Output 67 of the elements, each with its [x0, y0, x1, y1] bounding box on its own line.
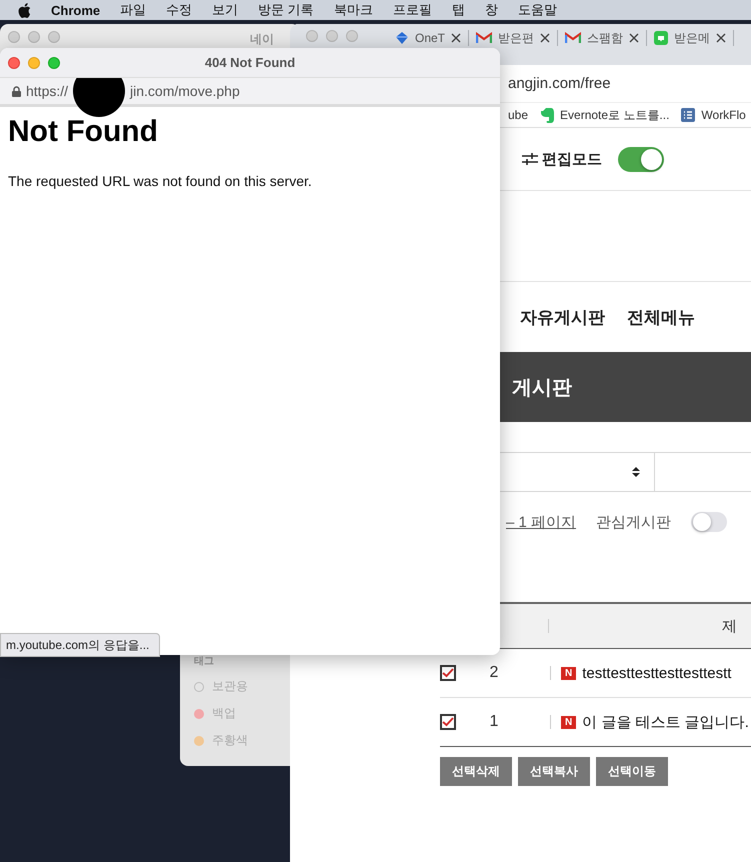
close-tab-icon[interactable] [629, 33, 640, 43]
error-message: The requested URL was not found on this server. [8, 173, 313, 189]
new-badge: N [561, 666, 576, 680]
list-icon [681, 108, 696, 122]
post-title-link[interactable]: testtesttesttesttesttestt [582, 664, 732, 682]
column-header: 제 [722, 616, 737, 636]
elephant-icon [540, 108, 554, 122]
menu-item[interactable]: 프로필 [392, 1, 432, 19]
menu-item[interactable]: 보기 [212, 1, 238, 19]
favorite-board-label: 관심게시판 [596, 512, 672, 532]
menu-item[interactable]: 북마크 [334, 1, 373, 19]
action-button[interactable]: 선택삭제 [440, 757, 512, 786]
menu-item[interactable]: 방문 기록 [258, 1, 314, 19]
close-icon[interactable] [8, 31, 20, 43]
new-badge: N [561, 716, 576, 728]
row-checkbox[interactable] [440, 714, 456, 730]
nav-menu-item[interactable]: 전체메뉴 [627, 306, 695, 328]
minimize-icon[interactable] [326, 30, 338, 42]
sliders-icon [522, 153, 538, 165]
menu-item[interactable]: 탭 [452, 1, 465, 19]
url-text: jin.com/move.php [130, 83, 240, 99]
menu-item[interactable]: 파일 [120, 1, 146, 19]
lock-icon [12, 86, 21, 96]
close-tab-icon[interactable] [451, 33, 462, 43]
edit-mode-label: 편집모드 [522, 150, 602, 168]
mail-icon [476, 32, 492, 44]
updown-arrow-icon [632, 466, 640, 478]
browser-tab[interactable]: 스팸함 [558, 30, 648, 46]
maximize-icon[interactable] [346, 30, 358, 42]
minimize-icon[interactable] [28, 56, 40, 68]
url-text: https:// [26, 83, 68, 99]
close-icon[interactable] [8, 56, 20, 68]
post-number: 2 [488, 664, 500, 682]
board-title: 게시판 [512, 376, 572, 400]
bookmark-item[interactable]: WorkFlo [681, 108, 746, 122]
close-icon[interactable] [306, 30, 318, 42]
edit-mode-toggle[interactable] [618, 146, 664, 172]
chat-bubble-icon [654, 31, 668, 45]
row-checkbox[interactable] [440, 665, 456, 681]
maximize-icon[interactable] [48, 56, 60, 68]
bookmark-item[interactable]: Evernote로 노트를... [540, 106, 670, 124]
post-number: 1 [488, 713, 500, 731]
favorite-toggle[interactable] [691, 512, 728, 532]
maximize-icon[interactable] [48, 31, 60, 43]
browser-tab[interactable]: 받은편 [469, 30, 558, 46]
menu-item[interactable]: 도움말 [518, 1, 557, 19]
browser-tab[interactable]: 받은메 [647, 30, 734, 46]
menu-app-name[interactable]: Chrome [51, 2, 100, 18]
error-heading: Not Found [8, 115, 159, 149]
action-button[interactable]: 선택복사 [518, 757, 590, 786]
nav-menu-item[interactable]: 자유게시판 [520, 306, 605, 328]
tag-heading: 태그 [194, 655, 215, 668]
minimize-icon[interactable] [28, 31, 40, 43]
diamond-icon [395, 31, 409, 45]
mail-icon [565, 32, 582, 44]
page-link[interactable]: – 1 페이지 [506, 512, 576, 532]
menu-item[interactable]: 창 [484, 1, 498, 19]
close-tab-icon[interactable] [716, 33, 726, 43]
browser-tab[interactable]: OneT [388, 30, 470, 46]
close-tab-icon[interactable] [540, 33, 550, 43]
post-title-link[interactable]: 이 글을 테스트 글입니다. [582, 712, 749, 732]
status-bubble: m.youtube.com의 응답을... [0, 633, 160, 657]
apple-logo-icon[interactable] [18, 2, 31, 18]
action-button[interactable]: 선택이동 [596, 757, 668, 786]
menu-item[interactable]: 수정 [166, 1, 192, 19]
bookmark-item[interactable]: ube [508, 108, 528, 122]
window-title: 네이 [250, 31, 274, 48]
